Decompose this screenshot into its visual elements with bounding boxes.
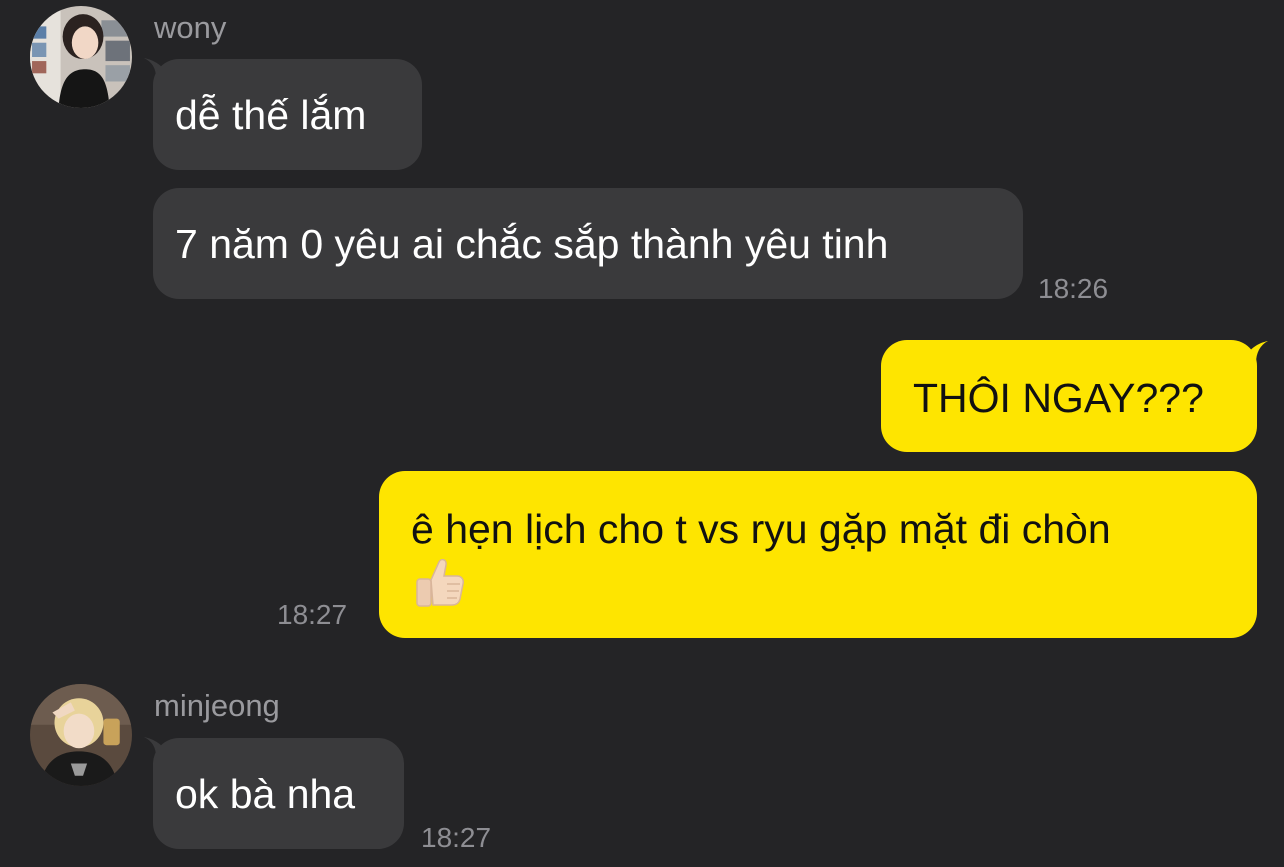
message-timestamp: 18:26	[1038, 273, 1109, 304]
sender-name-minjeong: minjeong	[154, 688, 280, 723]
message-bubble[interactable]: 7 năm 0 yêu ai chắc sắp thành yêu tinh	[153, 188, 1023, 299]
message-timestamp: 18:27	[421, 822, 492, 853]
avatar-minjeong[interactable]	[30, 684, 132, 786]
avatar-wony[interactable]	[30, 6, 132, 108]
message-bubble[interactable]: THÔI NGAY???	[881, 340, 1257, 452]
thumbs-up-icon	[411, 554, 467, 610]
message-bubble[interactable]: ê hẹn lịch cho t vs ryu gặp mặt đi chòn	[379, 471, 1257, 638]
message-timestamp: 18:27	[277, 599, 348, 630]
message-bubble[interactable]: ok bà nha	[153, 738, 404, 849]
message-text: ê hẹn lịch cho t vs ryu gặp mặt đi chòn	[411, 506, 1111, 552]
sender-name-wony: wony	[154, 10, 227, 45]
message-bubble[interactable]: dễ thế lắm	[153, 59, 422, 170]
